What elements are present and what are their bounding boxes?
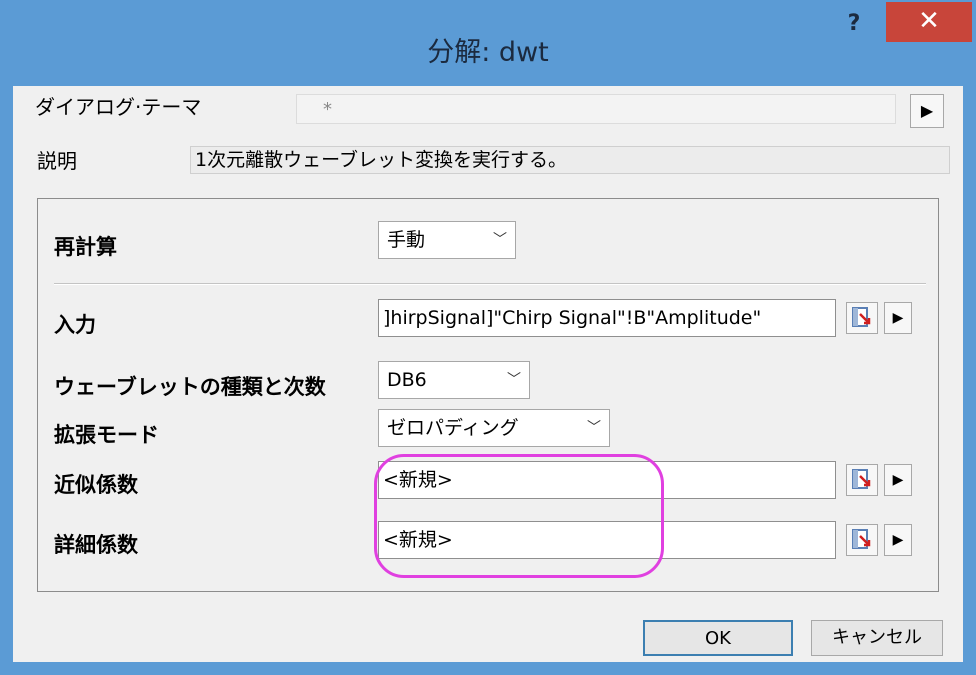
recalc-value: 手動 <box>387 229 426 251</box>
detail-label: 詳細係数 <box>54 533 138 557</box>
extension-combo[interactable]: ゼロパディング ﹀ <box>378 409 610 447</box>
detail-range-picker-button[interactable] <box>846 524 878 556</box>
triangle-right-icon: ▶ <box>892 472 904 488</box>
detail-arrow-button[interactable]: ▶ <box>884 524 912 556</box>
chevron-down-icon: ﹀ <box>587 420 601 436</box>
wavelet-combo[interactable]: DB6 ﹀ <box>378 361 530 399</box>
approx-range-picker-button[interactable] <box>846 464 878 496</box>
recalc-label: 再計算 <box>54 235 117 259</box>
extension-value: ゼロパディング <box>387 417 519 439</box>
ok-button[interactable]: OK <box>643 620 793 656</box>
range-picker-icon <box>852 307 871 327</box>
help-button[interactable]: ? <box>832 6 876 46</box>
description-field: 1次元離散ウェーブレット変換を実行する。 <box>190 146 950 174</box>
theme-arrow-button[interactable]: ▶ <box>910 94 944 128</box>
settings-group: 再計算 手動 ﹀ 入力 ]hirpSignal]"Chirp Signal"!B… <box>37 198 939 592</box>
approx-label: 近似係数 <box>54 473 138 497</box>
divider <box>54 283 926 285</box>
description-label: 説明 <box>37 149 77 173</box>
range-picker-icon <box>852 469 871 489</box>
highlight-annotation <box>374 454 664 578</box>
dialog-window: 分解: dwt ? ✕ ダイアログ·テーマ * ▶ 説明 1次元離散ウェーブレッ… <box>0 0 976 675</box>
wavelet-value: DB6 <box>387 369 427 391</box>
input-label: 入力 <box>54 313 96 337</box>
input-arrow-button[interactable]: ▶ <box>884 302 912 334</box>
dialog-body: ダイアログ·テーマ * ▶ 説明 1次元離散ウェーブレット変換を実行する。 再計… <box>13 86 963 662</box>
input-range-picker-button[interactable] <box>846 302 878 334</box>
wavelet-label: ウェーブレットの種類と次数 <box>54 375 326 399</box>
chevron-down-icon: ﹀ <box>507 372 521 388</box>
triangle-right-icon: ▶ <box>920 101 934 120</box>
triangle-right-icon: ▶ <box>892 310 904 326</box>
window-title: 分解: dwt <box>427 37 549 68</box>
range-picker-icon <box>852 529 871 549</box>
cancel-button[interactable]: キャンセル <box>811 620 943 656</box>
input-field[interactable]: ]hirpSignal]"Chirp Signal"!B"Amplitude" <box>378 299 836 337</box>
approx-arrow-button[interactable]: ▶ <box>884 464 912 496</box>
title-bar: 分解: dwt ? ✕ <box>0 0 976 86</box>
chevron-down-icon: ﹀ <box>493 232 507 248</box>
recalc-combo[interactable]: 手動 ﹀ <box>378 221 516 259</box>
extension-label: 拡張モード <box>54 423 159 447</box>
close-button[interactable]: ✕ <box>886 2 972 42</box>
triangle-right-icon: ▶ <box>892 532 904 548</box>
theme-label: ダイアログ·テーマ <box>35 95 202 119</box>
theme-field[interactable]: * <box>296 94 896 124</box>
